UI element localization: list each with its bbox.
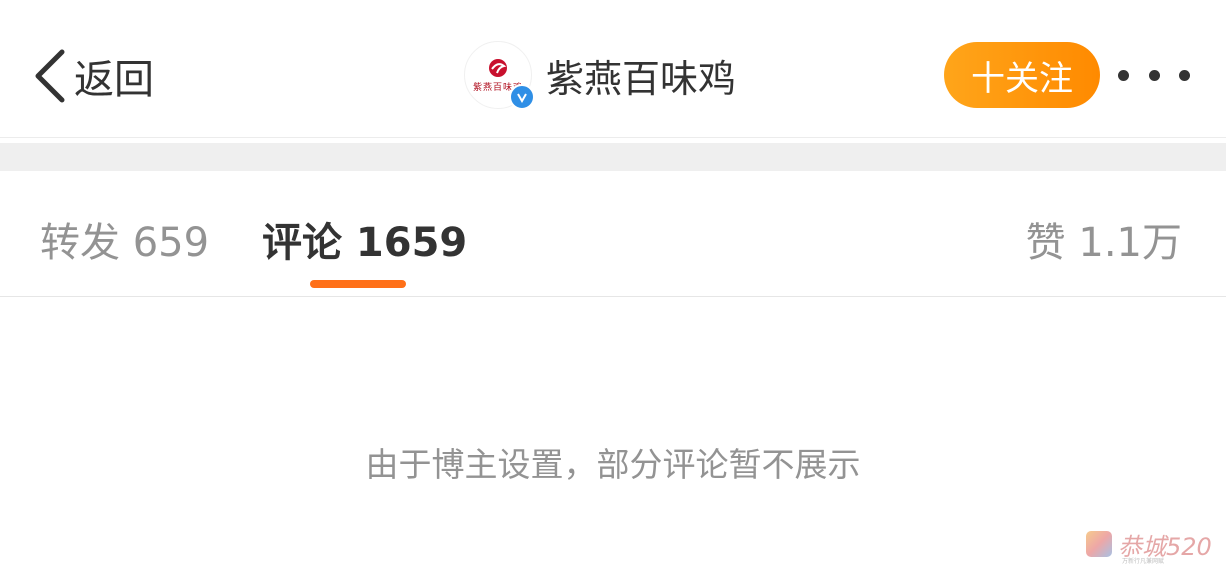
chevron-left-icon [35, 49, 65, 103]
tab-repost[interactable]: 转发 659 [40, 210, 209, 266]
account-name[interactable]: 紫燕百味鸡 [546, 48, 736, 103]
back-label: 返回 [74, 57, 154, 103]
tab-comment[interactable]: 评论 1659 [262, 210, 467, 266]
verified-badge-icon [509, 84, 535, 110]
account-header[interactable]: 紫燕百味鸡 紫燕百味鸡 [464, 40, 736, 110]
more-dot [1179, 69, 1190, 81]
site-watermark: 恭城520 万新行凡兼网赋 [1086, 526, 1212, 565]
weibo-comments-page: 返回 紫燕百味鸡 紫燕百味鸡 十关注 转发 659 评论 1659 赞 1.1万… [0, 0, 1226, 570]
section-divider [0, 143, 1226, 171]
back-button[interactable]: 返回 [32, 44, 154, 108]
top-nav-bar: 返回 紫燕百味鸡 紫燕百味鸡 十关注 [0, 0, 1226, 138]
watermark-subtext: 万新行凡兼网赋 [1122, 558, 1165, 565]
follow-button[interactable]: 十关注 [944, 42, 1100, 108]
avatar[interactable]: 紫燕百味鸡 [464, 41, 535, 110]
comments-hidden-notice: 由于博主设置，部分评论暂不展示 [365, 445, 861, 484]
more-options-icon[interactable] [1118, 60, 1190, 90]
active-tab-indicator [310, 280, 406, 288]
more-dot [1148, 69, 1160, 81]
tab-like[interactable]: 赞 1.1万 [1026, 210, 1182, 266]
watermark-logo-icon [1086, 531, 1112, 557]
more-dot [1118, 69, 1129, 81]
interaction-tabs: 转发 659 评论 1659 赞 1.1万 [0, 172, 1226, 297]
brand-logo-icon [489, 58, 507, 77]
